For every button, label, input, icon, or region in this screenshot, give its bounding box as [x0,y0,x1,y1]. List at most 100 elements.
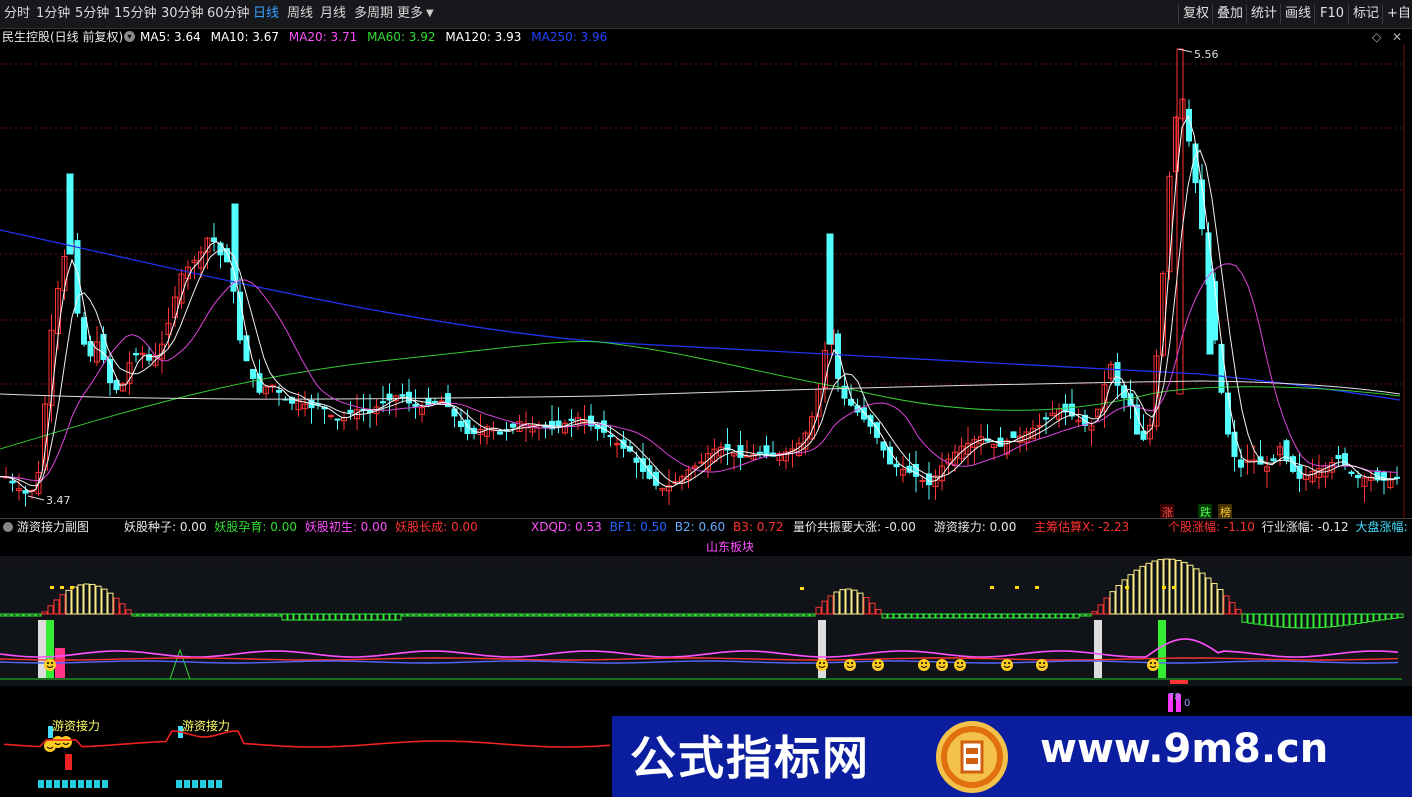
cyan-block [62,780,68,788]
rank-badge[interactable]: 榜 [1220,505,1231,518]
candle-body [757,451,763,454]
candle-body [458,420,464,427]
candle-body [607,434,614,438]
signal-dot [1015,586,1019,589]
down-badge[interactable]: 跌 [1200,505,1211,518]
smiley-icon [44,659,56,671]
candle-body [432,400,438,403]
panel-divider [0,518,1412,519]
smiley-icon [816,659,828,671]
main-kline-chart[interactable]: 5.56 3.47 涨 跌 榜 [0,44,1412,518]
period-tab-more[interactable]: 更多 [397,0,423,28]
candle-body [887,446,893,465]
signal-dot [70,586,74,589]
ma250-label: MA250: 3.96 [531,30,608,44]
signal-dot [1172,586,1176,589]
sector-label: 山东板块 [706,540,755,554]
indicator-grown: 妖股长成: 0.00 [395,520,478,534]
f10-button[interactable]: F10 [1314,4,1349,24]
candle-body [835,333,841,379]
ma-legend: MA5: 3.64 MA10: 3.67 MA20: 3.71 MA60: 3.… [140,29,607,45]
pillar-bar [38,620,46,678]
signal-dot [1162,586,1166,589]
candle-body [66,173,74,255]
cyan-block [216,780,222,788]
candle-body [510,423,516,428]
candle-body [438,400,445,403]
candle-body [1127,393,1134,407]
candle-body [497,431,503,435]
indicator-industry-change: 行业涨幅: -0.12 [1261,520,1349,534]
candle-body [399,394,406,397]
indicator-xdqd: XDQD: 0.53 [531,520,602,534]
indicator-b2: B2: 0.60 [674,520,726,534]
small-value-label: 78 [1168,692,1181,703]
candle-body [9,480,16,484]
chevron-down-icon[interactable]: ▼ [426,8,434,19]
ma10-line [0,149,1399,487]
period-tab-1min[interactable]: 1分钟 [36,0,70,28]
low-price-label: 3.47 [46,494,71,507]
stock-title: 民生控股(日线 前复权) [2,30,124,44]
candle-body [861,407,867,420]
add-favorite-button[interactable]: +自选 [1382,4,1412,24]
relay-label-1: 游资接力 [52,718,100,733]
cyan-block [200,780,206,788]
candle-body [1225,392,1231,435]
sub-chart-title: 游资接力副图 [17,520,90,534]
period-tab-30min[interactable]: 30分钟 [161,0,204,28]
sub-settings-icon[interactable] [3,522,13,532]
relay-label-2: 游资接力 [182,718,230,733]
smiley-icon [872,659,884,671]
signal-dot [1125,586,1129,589]
close-icon[interactable]: ✕ [1392,30,1402,44]
mark-button[interactable]: 标记 [1348,4,1383,24]
signal-dot [60,586,64,589]
indicator-nurture: 妖股孕育: 0.00 [214,520,297,534]
settings-circle-icon[interactable]: ▾ [124,31,135,42]
restore-right-button[interactable]: 复权 [1178,4,1213,24]
overlay-button[interactable]: 叠加 [1212,4,1247,24]
period-tab-multi[interactable]: 多周期 [354,0,393,28]
marker-bar [65,754,72,770]
ma60-label: MA60: 3.92 [367,30,436,44]
coin-logo-icon [936,721,1008,793]
smiley-icon [1147,659,1159,671]
candle-body [601,420,607,433]
signal-dot [1035,586,1039,589]
cyan-block [192,780,198,788]
watermark-banner: 公式指标网 www.9m8.cn [612,716,1412,797]
candle-body [334,418,341,421]
period-tab-monthly[interactable]: 月线 [320,0,346,28]
smiley-icon [1036,659,1048,671]
up-badge[interactable]: 涨 [1162,506,1173,518]
high-price-label: 5.56 [1194,48,1219,61]
ma5-line [0,114,1399,493]
sub-indicator-line-4: 个股涨幅: -1.10 行业涨幅: -0.12 大盘涨幅: 0. [1168,520,1412,534]
candle-body [133,352,139,356]
draw-line-button[interactable]: 画线 [1280,4,1315,24]
top-toolbar: 分时 1分钟 5分钟 15分钟 30分钟 60分钟 日线 周线 月线 多周期 更… [0,0,1412,29]
candle-body [1010,431,1017,439]
indicator-b3: B3: 0.72 [733,520,784,534]
candle-body [276,389,282,393]
statistics-button[interactable]: 统计 [1246,4,1281,24]
candle-body [347,409,354,413]
candle-body [555,420,562,427]
period-tab-5min[interactable]: 5分钟 [75,0,109,28]
cyan-block [46,780,52,788]
period-tab-60min[interactable]: 60分钟 [207,0,250,28]
period-tab-weekly[interactable]: 周线 [287,0,313,28]
ma20-label: MA20: 3.71 [288,30,358,44]
ma60-line [0,340,1401,450]
sub-indicator-line-2: XDQD: 0.53 BF1: 0.50 B2: 0.60 B3: 0.72 [531,520,783,534]
period-tab-daily[interactable]: 日线 [253,0,279,28]
diamond-icon[interactable]: ◇ [1372,30,1381,44]
period-tab-15min[interactable]: 15分钟 [114,0,157,28]
candle-body [81,317,87,345]
smiley-icon [844,659,856,671]
signal-dot [990,586,994,589]
period-tab-fenshi[interactable]: 分时 [4,0,30,28]
candle-body [893,463,900,468]
ma20-line [0,263,1399,482]
